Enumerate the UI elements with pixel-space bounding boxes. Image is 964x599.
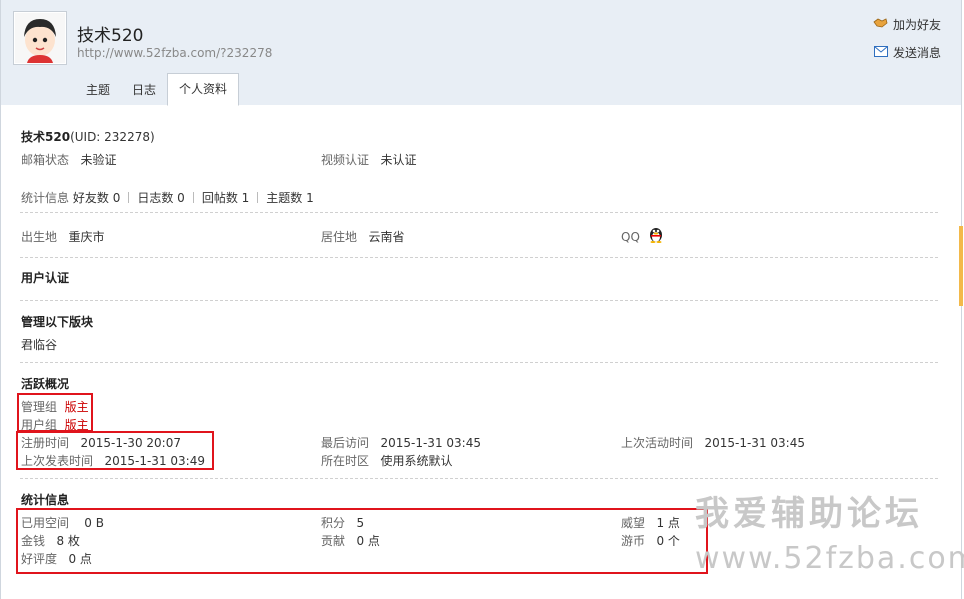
- residence: 居住地 云南省: [321, 228, 404, 245]
- section-stats-info: 统计信息: [21, 493, 70, 507]
- last-visit-label: 最后访问: [321, 436, 370, 450]
- divider: [20, 212, 938, 213]
- send-message-button[interactable]: 发送消息: [873, 44, 941, 61]
- section-user-auth: 用户认证: [21, 271, 70, 285]
- uid-text: (UID: 232278): [70, 130, 155, 144]
- residence-value: 云南省: [368, 230, 405, 244]
- stat-blogs[interactable]: 日志数 0: [137, 191, 184, 205]
- divider: [20, 478, 938, 479]
- email-label: 邮箱状态: [21, 153, 70, 167]
- handshake-icon: [873, 17, 888, 32]
- divider: [192, 192, 194, 203]
- info-username: 技术520: [21, 130, 71, 144]
- video-label: 视频认证: [321, 153, 370, 167]
- email-value: 未验证: [80, 153, 117, 167]
- divider: [257, 192, 259, 203]
- info-title: 技术520(UID: 232278): [21, 128, 155, 145]
- section-activity: 活跃概况: [21, 377, 70, 391]
- qq-label: QQ: [621, 230, 640, 244]
- profile-tabs: 主题 日志 个人资料: [75, 73, 240, 106]
- divider: [128, 192, 130, 203]
- stat-topics[interactable]: 主题数 1: [266, 191, 313, 205]
- divider: [20, 362, 938, 363]
- watermark-url: www.52fzba.com: [695, 541, 964, 576]
- last-active-value: 2015-1-31 03:45: [704, 436, 805, 450]
- envelope-icon: [873, 45, 888, 60]
- residence-label: 居住地: [321, 230, 358, 244]
- last-active: 上次活动时间 2015-1-31 03:45: [621, 434, 805, 451]
- video-status: 视频认证 未认证: [321, 151, 416, 168]
- stats-row: 统计信息 好友数 0 日志数 0 回帖数 1 主题数 1: [21, 189, 314, 206]
- watermark-title: 我爱辅助论坛: [695, 494, 923, 534]
- highlight-box-groups: [17, 393, 93, 432]
- highlight-box-statistics: [16, 508, 708, 574]
- profile-username: 技术520: [77, 26, 144, 46]
- stat-replies[interactable]: 回帖数 1: [202, 191, 249, 205]
- add-friend-label: 加为好友: [892, 18, 941, 32]
- birthplace-label: 出生地: [21, 230, 58, 244]
- last-active-label: 上次活动时间: [621, 436, 694, 450]
- stat-friends[interactable]: 好友数 0: [73, 191, 120, 205]
- profile-url[interactable]: http://www.52fzba.com/?232278: [77, 46, 272, 60]
- section-managed-boards: 管理以下版块: [21, 315, 94, 329]
- tab-topics[interactable]: 主题: [75, 75, 121, 105]
- email-status: 邮箱状态 未验证: [21, 151, 116, 168]
- divider: [20, 300, 938, 301]
- birthplace-value: 重庆市: [68, 230, 105, 244]
- stats-label: 统计信息: [21, 191, 70, 205]
- profile-header: 技术520 http://www.52fzba.com/?232278 加为好友…: [0, 0, 962, 106]
- birthplace: 出生地 重庆市: [21, 228, 104, 245]
- video-value: 未认证: [380, 153, 417, 167]
- add-friend-button[interactable]: 加为好友: [873, 16, 941, 33]
- timezone-label: 所在时区: [321, 454, 370, 468]
- managed-board-link[interactable]: 君临谷: [21, 336, 57, 353]
- qq-penguin-icon[interactable]: [648, 225, 664, 246]
- qq-field: QQ: [621, 230, 640, 244]
- avatar[interactable]: [13, 11, 67, 65]
- timezone: 所在时区 使用系统默认: [321, 452, 452, 469]
- highlight-box-times: [16, 431, 214, 470]
- last-visit: 最后访问 2015-1-31 03:45: [321, 434, 481, 451]
- send-message-label: 发送消息: [892, 46, 941, 60]
- tab-profile[interactable]: 个人资料: [167, 73, 240, 106]
- scrollbar-accent[interactable]: [959, 226, 963, 306]
- timezone-value: 使用系统默认: [380, 454, 453, 468]
- divider: [20, 257, 938, 258]
- tab-blog[interactable]: 日志: [121, 75, 167, 105]
- last-visit-value: 2015-1-31 03:45: [380, 436, 481, 450]
